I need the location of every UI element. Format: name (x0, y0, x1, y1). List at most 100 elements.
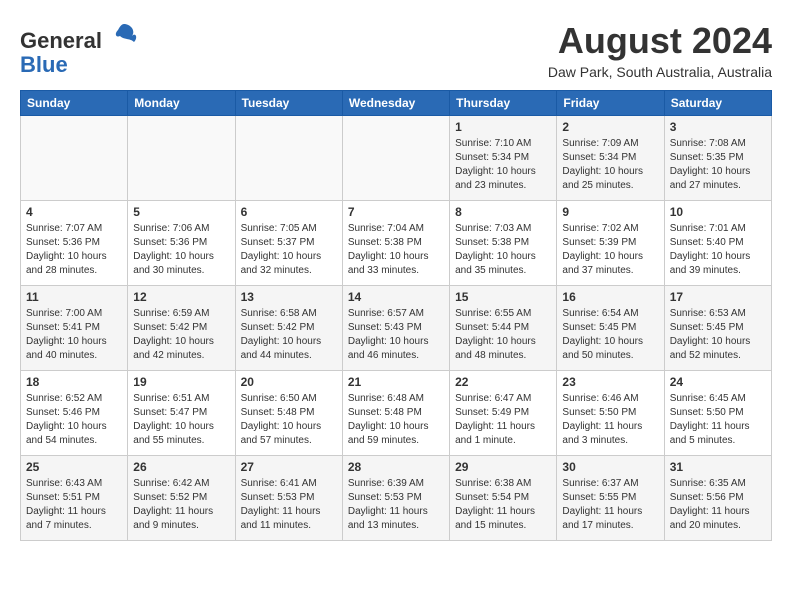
calendar-cell (235, 116, 342, 201)
page-header: General Blue August 2024 Daw Park, South… (20, 20, 772, 80)
calendar-cell: 8 Sunrise: 7:03 AM Sunset: 5:38 PM Daylig… (450, 201, 557, 286)
logo: General Blue (20, 20, 138, 77)
day-number: 30 (562, 460, 658, 474)
day-number: 14 (348, 290, 444, 304)
day-number: 21 (348, 375, 444, 389)
day-number: 9 (562, 205, 658, 219)
day-info: Sunrise: 7:00 AM Sunset: 5:41 PM Dayligh… (26, 307, 122, 363)
calendar-cell: 27 Sunrise: 6:41 AM Sunset: 5:53 PM Dayli… (235, 456, 342, 541)
day-number: 29 (455, 460, 551, 474)
day-info: Sunrise: 7:07 AM Sunset: 5:36 PM Dayligh… (26, 222, 122, 278)
calendar-cell: 9 Sunrise: 7:02 AM Sunset: 5:39 PM Daylig… (557, 201, 664, 286)
calendar-cell: 17 Sunrise: 6:53 AM Sunset: 5:45 PM Dayli… (664, 286, 771, 371)
day-info: Sunrise: 6:39 AM Sunset: 5:53 PM Dayligh… (348, 477, 444, 533)
calendar-cell: 25 Sunrise: 6:43 AM Sunset: 5:51 PM Dayli… (21, 456, 128, 541)
day-number: 13 (241, 290, 337, 304)
calendar-cell: 28 Sunrise: 6:39 AM Sunset: 5:53 PM Dayli… (342, 456, 449, 541)
calendar-cell: 7Sunrise: 7:04 AM Sunset: 5:38 PM Daylig… (342, 201, 449, 286)
calendar-cell: 4Sunrise: 7:07 AM Sunset: 5:36 PM Daylig… (21, 201, 128, 286)
calendar-cell: 12Sunrise: 6:59 AM Sunset: 5:42 PM Dayli… (128, 286, 235, 371)
day-info: Sunrise: 6:57 AM Sunset: 5:43 PM Dayligh… (348, 307, 444, 363)
calendar-cell: 18Sunrise: 6:52 AM Sunset: 5:46 PM Dayli… (21, 371, 128, 456)
day-info: Sunrise: 7:09 AM Sunset: 5:34 PM Dayligh… (562, 137, 658, 193)
calendar-table: SundayMondayTuesdayWednesdayThursdayFrid… (20, 90, 772, 541)
day-info: Sunrise: 6:54 AM Sunset: 5:45 PM Dayligh… (562, 307, 658, 363)
weekday-header-thursday: Thursday (450, 91, 557, 116)
day-number: 28 (348, 460, 444, 474)
day-number: 8 (455, 205, 551, 219)
day-number: 7 (348, 205, 444, 219)
day-info: Sunrise: 6:37 AM Sunset: 5:55 PM Dayligh… (562, 477, 658, 533)
day-info: Sunrise: 7:06 AM Sunset: 5:36 PM Dayligh… (133, 222, 229, 278)
calendar-cell: 30 Sunrise: 6:37 AM Sunset: 5:55 PM Dayli… (557, 456, 664, 541)
day-number: 31 (670, 460, 766, 474)
logo-blue: Blue (20, 52, 68, 77)
day-number: 24 (670, 375, 766, 389)
calendar-cell: 3 Sunrise: 7:08 AM Sunset: 5:35 PM Daylig… (664, 116, 771, 201)
month-year-title: August 2024 (548, 20, 772, 62)
calendar-cell: 6 Sunrise: 7:05 AM Sunset: 5:37 PM Daylig… (235, 201, 342, 286)
calendar-week-2: 4Sunrise: 7:07 AM Sunset: 5:36 PM Daylig… (21, 201, 772, 286)
day-info: Sunrise: 7:01 AM Sunset: 5:40 PM Dayligh… (670, 222, 766, 278)
calendar-cell: 14 Sunrise: 6:57 AM Sunset: 5:43 PM Dayli… (342, 286, 449, 371)
calendar-week-3: 11Sunrise: 7:00 AM Sunset: 5:41 PM Dayli… (21, 286, 772, 371)
day-info: Sunrise: 6:47 AM Sunset: 5:49 PM Dayligh… (455, 392, 551, 448)
day-number: 25 (26, 460, 122, 474)
calendar-cell (342, 116, 449, 201)
day-info: Sunrise: 6:55 AM Sunset: 5:44 PM Dayligh… (455, 307, 551, 363)
calendar-cell: 23 Sunrise: 6:46 AM Sunset: 5:50 PM Dayli… (557, 371, 664, 456)
calendar-cell: 24 Sunrise: 6:45 AM Sunset: 5:50 PM Dayli… (664, 371, 771, 456)
day-info: Sunrise: 7:02 AM Sunset: 5:39 PM Dayligh… (562, 222, 658, 278)
calendar-week-5: 25 Sunrise: 6:43 AM Sunset: 5:51 PM Dayli… (21, 456, 772, 541)
day-info: Sunrise: 7:05 AM Sunset: 5:37 PM Dayligh… (241, 222, 337, 278)
day-number: 16 (562, 290, 658, 304)
calendar-cell: 26Sunrise: 6:42 AM Sunset: 5:52 PM Dayli… (128, 456, 235, 541)
weekday-header-saturday: Saturday (664, 91, 771, 116)
weekday-header-row: SundayMondayTuesdayWednesdayThursdayFrid… (21, 91, 772, 116)
day-number: 19 (133, 375, 229, 389)
day-number: 3 (670, 120, 766, 134)
calendar-cell: 2 Sunrise: 7:09 AM Sunset: 5:34 PM Daylig… (557, 116, 664, 201)
day-number: 5 (133, 205, 229, 219)
day-number: 15 (455, 290, 551, 304)
day-info: Sunrise: 6:41 AM Sunset: 5:53 PM Dayligh… (241, 477, 337, 533)
logo-bird-icon (110, 20, 138, 48)
day-info: Sunrise: 6:46 AM Sunset: 5:50 PM Dayligh… (562, 392, 658, 448)
calendar-week-1: 1Sunrise: 7:10 AM Sunset: 5:34 PM Daylig… (21, 116, 772, 201)
day-info: Sunrise: 6:43 AM Sunset: 5:51 PM Dayligh… (26, 477, 122, 533)
day-number: 26 (133, 460, 229, 474)
day-number: 2 (562, 120, 658, 134)
day-info: Sunrise: 6:45 AM Sunset: 5:50 PM Dayligh… (670, 392, 766, 448)
day-info: Sunrise: 7:03 AM Sunset: 5:38 PM Dayligh… (455, 222, 551, 278)
day-number: 17 (670, 290, 766, 304)
weekday-header-wednesday: Wednesday (342, 91, 449, 116)
day-number: 23 (562, 375, 658, 389)
calendar-cell: 1Sunrise: 7:10 AM Sunset: 5:34 PM Daylig… (450, 116, 557, 201)
calendar-cell: 15 Sunrise: 6:55 AM Sunset: 5:44 PM Dayli… (450, 286, 557, 371)
calendar-week-4: 18Sunrise: 6:52 AM Sunset: 5:46 PM Dayli… (21, 371, 772, 456)
calendar-cell: 21Sunrise: 6:48 AM Sunset: 5:48 PM Dayli… (342, 371, 449, 456)
day-number: 18 (26, 375, 122, 389)
weekday-header-sunday: Sunday (21, 91, 128, 116)
day-info: Sunrise: 6:51 AM Sunset: 5:47 PM Dayligh… (133, 392, 229, 448)
calendar-cell: 16 Sunrise: 6:54 AM Sunset: 5:45 PM Dayli… (557, 286, 664, 371)
calendar-cell (128, 116, 235, 201)
location-subtitle: Daw Park, South Australia, Australia (548, 64, 772, 80)
calendar-cell: 13 Sunrise: 6:58 AM Sunset: 5:42 PM Dayli… (235, 286, 342, 371)
day-info: Sunrise: 6:50 AM Sunset: 5:48 PM Dayligh… (241, 392, 337, 448)
calendar-cell (21, 116, 128, 201)
day-number: 1 (455, 120, 551, 134)
day-number: 6 (241, 205, 337, 219)
day-info: Sunrise: 7:08 AM Sunset: 5:35 PM Dayligh… (670, 137, 766, 193)
calendar-cell: 19 Sunrise: 6:51 AM Sunset: 5:47 PM Dayli… (128, 371, 235, 456)
calendar-cell: 5 Sunrise: 7:06 AM Sunset: 5:36 PM Daylig… (128, 201, 235, 286)
day-number: 27 (241, 460, 337, 474)
day-number: 20 (241, 375, 337, 389)
day-info: Sunrise: 6:53 AM Sunset: 5:45 PM Dayligh… (670, 307, 766, 363)
day-info: Sunrise: 6:38 AM Sunset: 5:54 PM Dayligh… (455, 477, 551, 533)
calendar-cell: 22Sunrise: 6:47 AM Sunset: 5:49 PM Dayli… (450, 371, 557, 456)
day-number: 10 (670, 205, 766, 219)
calendar-cell: 29 Sunrise: 6:38 AM Sunset: 5:54 PM Dayli… (450, 456, 557, 541)
calendar-cell: 31Sunrise: 6:35 AM Sunset: 5:56 PM Dayli… (664, 456, 771, 541)
day-info: Sunrise: 6:58 AM Sunset: 5:42 PM Dayligh… (241, 307, 337, 363)
